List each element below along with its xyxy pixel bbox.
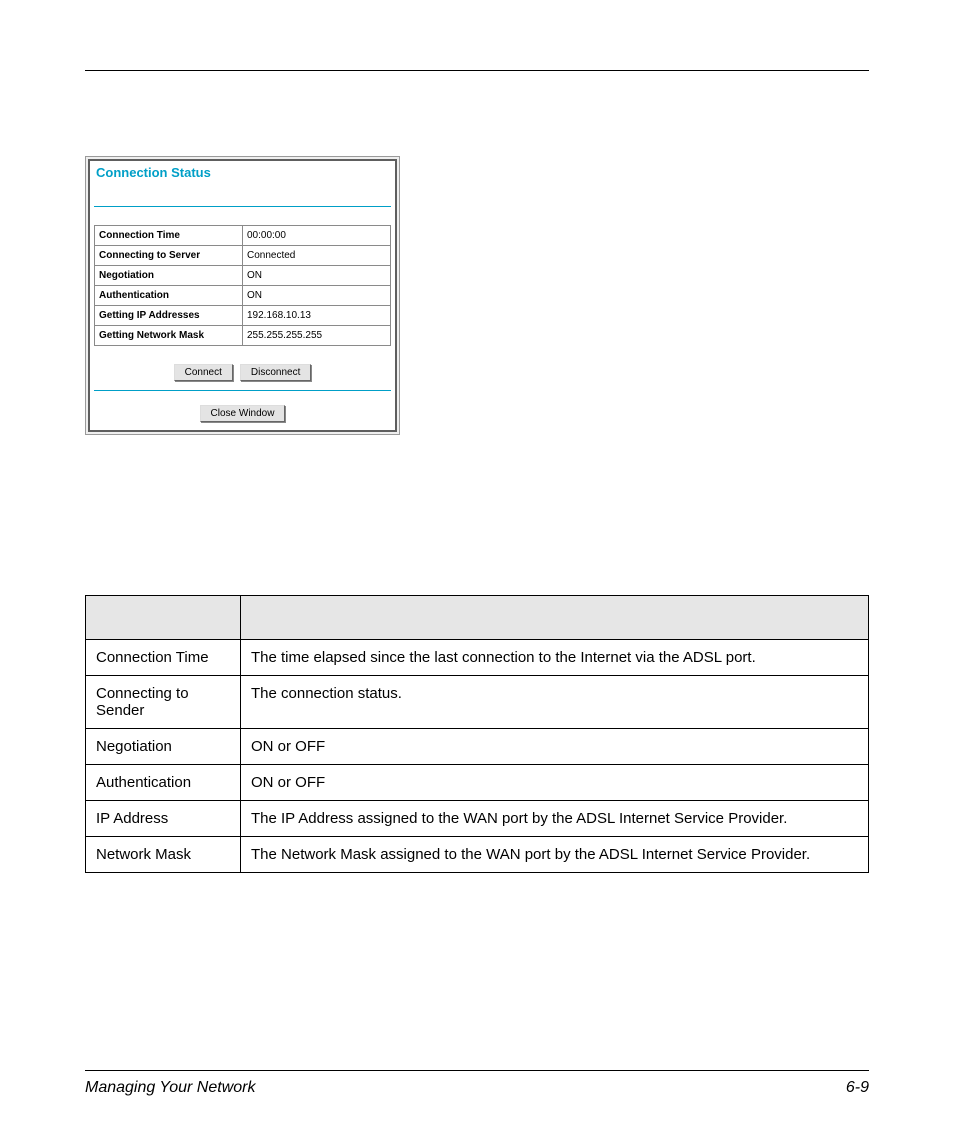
param-cell: IP Address — [86, 801, 241, 837]
table-row: Connecting to Server Connected — [95, 246, 391, 266]
desc-cell: The Network Mask assigned to the WAN por… — [241, 837, 869, 873]
connection-status-panel: Connection Status Connection Time 00:00:… — [85, 156, 400, 435]
table-row: Getting Network Mask 255.255.255.255 — [95, 326, 391, 346]
table-row: Negotiation ON — [95, 266, 391, 286]
table-row: Authentication ON or OFF — [86, 765, 869, 801]
desc-cell: ON or OFF — [241, 729, 869, 765]
param-cell: Negotiation — [86, 729, 241, 765]
row-label: Getting IP Addresses — [95, 306, 243, 326]
row-value: ON — [243, 266, 391, 286]
panel-inner: Connection Status Connection Time 00:00:… — [88, 159, 397, 432]
row-label: Connecting to Server — [95, 246, 243, 266]
row-label: Connection Time — [95, 226, 243, 246]
description-table: Connection Time The time elapsed since t… — [85, 595, 869, 873]
header-description — [241, 596, 869, 640]
row-label: Authentication — [95, 286, 243, 306]
top-rule — [85, 70, 869, 71]
page-footer: Managing Your Network 6-9 — [85, 1070, 869, 1097]
desc-cell: The IP Address assigned to the WAN port … — [241, 801, 869, 837]
footer-title: Managing Your Network — [85, 1079, 255, 1097]
table-row: Network Mask The Network Mask assigned t… — [86, 837, 869, 873]
param-cell: Connecting to Sender — [86, 676, 241, 729]
desc-cell: The time elapsed since the last connecti… — [241, 640, 869, 676]
header-param — [86, 596, 241, 640]
row-label: Negotiation — [95, 266, 243, 286]
description-table-wrap: Connection Time The time elapsed since t… — [85, 595, 869, 873]
row-value: 192.168.10.13 — [243, 306, 391, 326]
table-row: Connection Time 00:00:00 — [95, 226, 391, 246]
status-table: Connection Time 00:00:00 Connecting to S… — [94, 225, 391, 346]
footer-page-number: 6-9 — [846, 1079, 869, 1097]
row-value: 00:00:00 — [243, 226, 391, 246]
panel-title-rule — [94, 206, 391, 207]
param-cell: Authentication — [86, 765, 241, 801]
param-cell: Connection Time — [86, 640, 241, 676]
disconnect-button[interactable]: Disconnect — [240, 364, 311, 381]
row-value: Connected — [243, 246, 391, 266]
row-value: ON — [243, 286, 391, 306]
table-row: Connecting to Sender The connection stat… — [86, 676, 869, 729]
table-row: Negotiation ON or OFF — [86, 729, 869, 765]
close-window-button[interactable]: Close Window — [200, 405, 286, 422]
table-row: Getting IP Addresses 192.168.10.13 — [95, 306, 391, 326]
button-row-1: Connect Disconnect — [90, 346, 395, 387]
row-label: Getting Network Mask — [95, 326, 243, 346]
table-row: Authentication ON — [95, 286, 391, 306]
panel-title: Connection Status — [90, 161, 395, 206]
table-header-row — [86, 596, 869, 640]
connect-button[interactable]: Connect — [174, 364, 233, 381]
bottom-rule — [85, 1070, 869, 1071]
table-row: Connection Time The time elapsed since t… — [86, 640, 869, 676]
row-value: 255.255.255.255 — [243, 326, 391, 346]
desc-cell: ON or OFF — [241, 765, 869, 801]
desc-cell: The connection status. — [241, 676, 869, 729]
param-cell: Network Mask — [86, 837, 241, 873]
button-row-2: Close Window — [94, 390, 391, 430]
table-row: IP Address The IP Address assigned to th… — [86, 801, 869, 837]
